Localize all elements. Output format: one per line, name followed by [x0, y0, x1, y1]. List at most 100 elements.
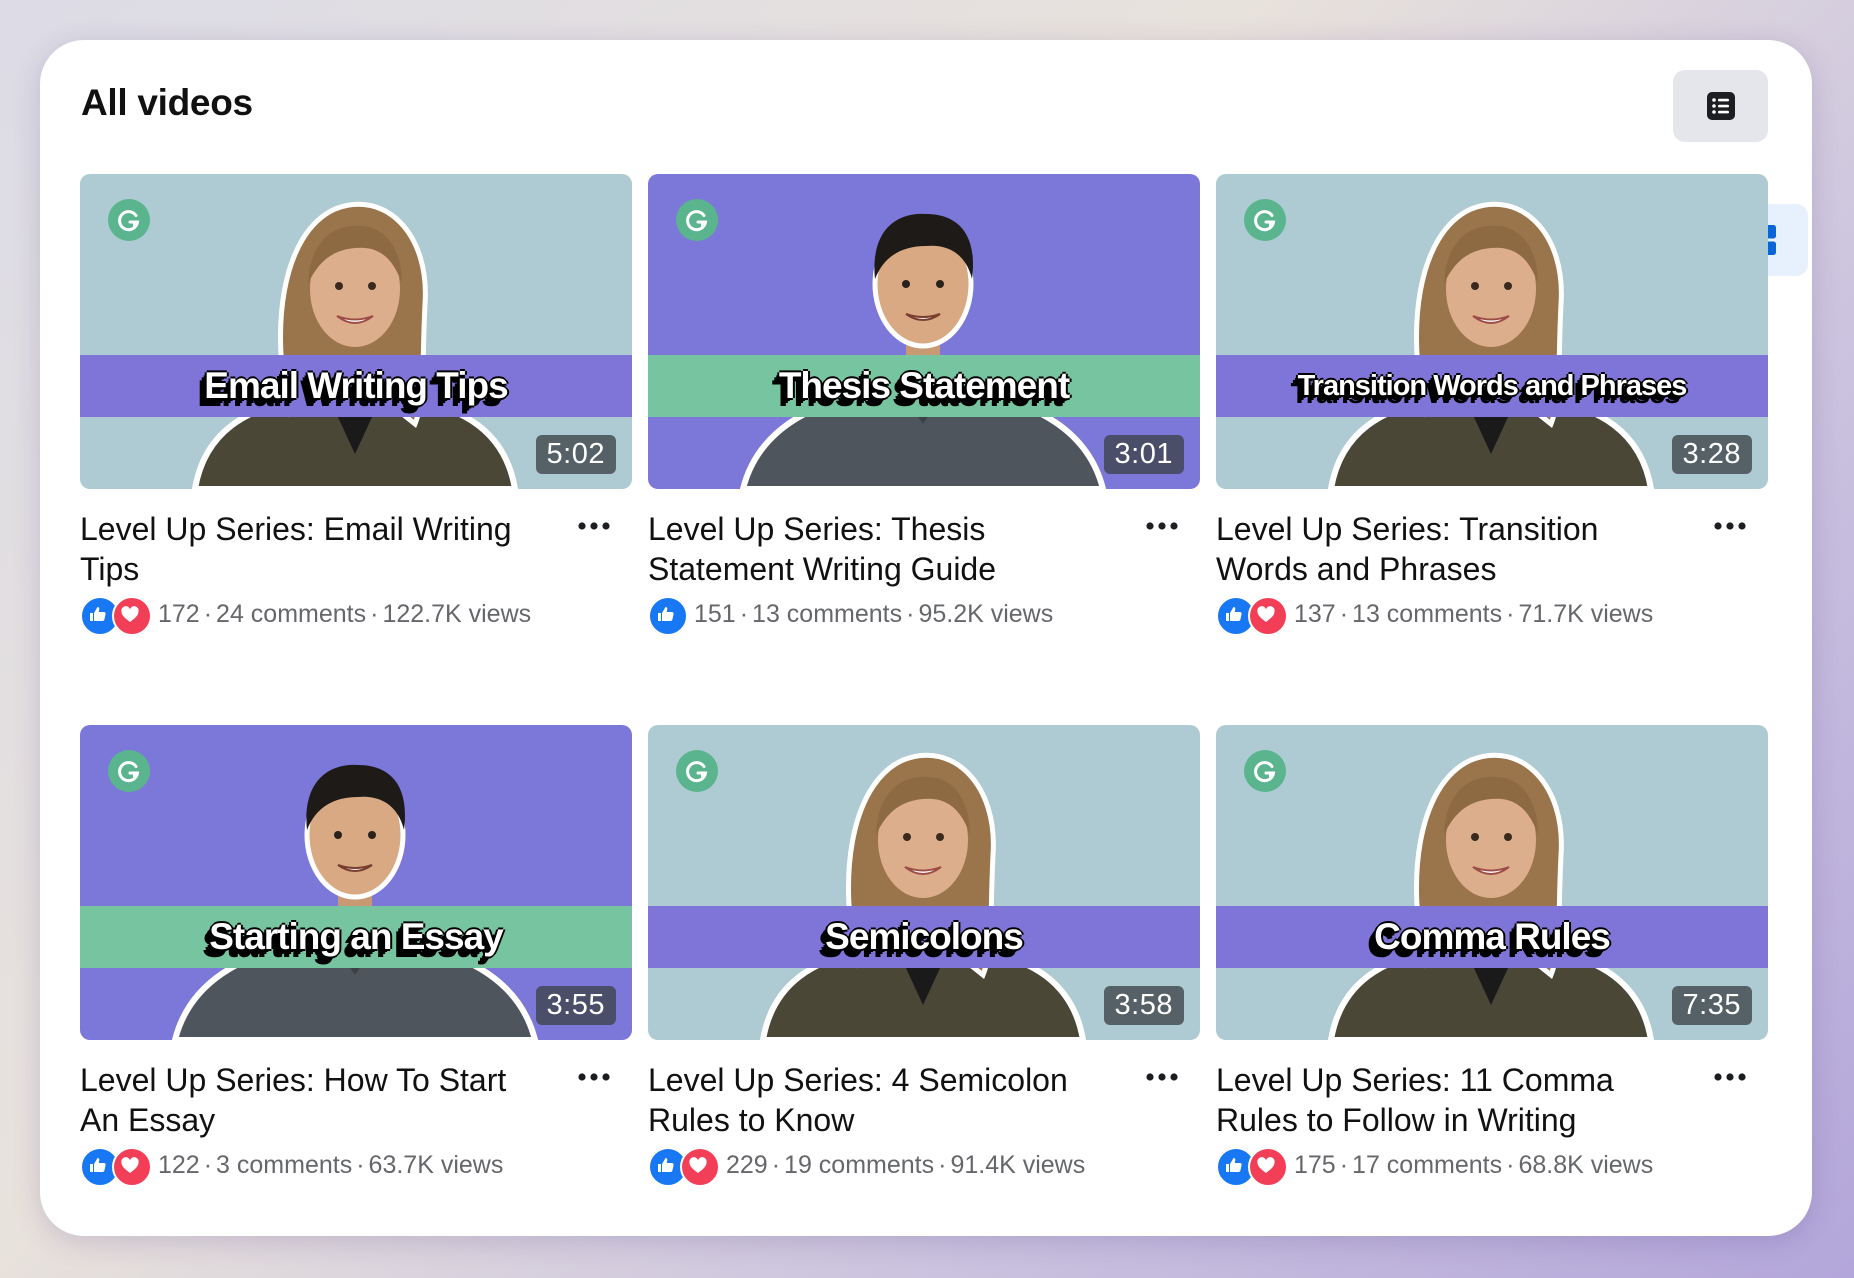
video-title[interactable]: Level Up Series: Transition Words and Ph…	[1216, 509, 1686, 589]
reaction-count[interactable]: 175	[1294, 1151, 1336, 1179]
more-options-button[interactable]	[574, 511, 614, 541]
views-count: 63.7K views	[368, 1151, 504, 1179]
grammarly-logo-icon	[108, 199, 150, 241]
thumbnail-caption: Thesis Statement	[778, 365, 1070, 406]
comments-count[interactable]: 13 comments	[752, 600, 902, 628]
reaction-icons[interactable]	[80, 1146, 152, 1187]
love-reaction-icon	[680, 1146, 720, 1187]
views-count: 68.8K views	[1518, 1151, 1654, 1179]
video-duration: 3:55	[535, 986, 616, 1025]
grammarly-logo-icon	[676, 199, 718, 241]
reaction-count[interactable]: 122	[158, 1151, 200, 1179]
comments-count[interactable]: 19 comments	[784, 1151, 934, 1179]
more-options-button[interactable]	[1142, 1062, 1182, 1092]
views-count: 71.7K views	[1518, 600, 1654, 628]
video-duration: 3:28	[1671, 435, 1752, 474]
more-options-button[interactable]	[1710, 511, 1750, 541]
more-options-button[interactable]	[1142, 511, 1182, 541]
video-duration: 5:02	[535, 435, 616, 474]
video-stats: 137 · 13 comments · 71.7K views	[1216, 595, 1716, 636]
page-title: All videos	[81, 82, 253, 123]
thumbnail-caption: Transition Words and Phrases	[1297, 369, 1688, 402]
reaction-count[interactable]: 137	[1294, 600, 1336, 628]
more-options-button[interactable]	[1710, 1062, 1750, 1092]
video-thumbnail[interactable]: Thesis Statement 3:01	[648, 174, 1200, 489]
grammarly-logo-icon	[676, 750, 718, 792]
video-thumbnail[interactable]: Semicolons 3:58	[648, 725, 1200, 1040]
reaction-count[interactable]: 172	[158, 600, 200, 628]
separator: ·	[1339, 1151, 1349, 1179]
views-count: 122.7K views	[382, 600, 532, 628]
video-duration: 7:35	[1671, 986, 1752, 1025]
video-card[interactable]: Thesis Statement 3:01 Level Up Series: T…	[648, 174, 1200, 636]
love-reaction-icon	[1248, 595, 1288, 636]
video-title[interactable]: Level Up Series: 4 Semicolon Rules to Kn…	[648, 1060, 1118, 1140]
video-stats: 172 · 24 comments · 122.7K views	[80, 595, 580, 636]
video-meta: Level Up Series: Thesis Statement Writin…	[648, 509, 1200, 636]
video-duration: 3:01	[1103, 435, 1184, 474]
more-options-button[interactable]	[574, 1062, 614, 1092]
separator: ·	[906, 600, 915, 628]
video-meta: Level Up Series: Transition Words and Ph…	[1216, 509, 1768, 636]
video-stats: 122 · 3 comments · 63.7K views	[80, 1146, 580, 1187]
reaction-icons[interactable]	[1216, 1146, 1288, 1187]
videos-panel: All videos Email Writing Tips 5:02 Level…	[40, 40, 1812, 1236]
video-card[interactable]: Email Writing Tips 5:02 Level Up Series:…	[80, 174, 632, 636]
thumbnail-caption: Email Writing Tips	[204, 365, 508, 406]
video-card[interactable]: Starting an Essay 3:55 Level Up Series: …	[80, 725, 632, 1187]
video-stats: 175 · 17 comments · 68.8K views	[1216, 1146, 1716, 1187]
video-title[interactable]: Level Up Series: 11 Comma Rules to Follo…	[1216, 1060, 1686, 1140]
video-thumbnail[interactable]: Email Writing Tips 5:02	[80, 174, 632, 489]
separator: ·	[203, 1151, 213, 1179]
separator: ·	[739, 600, 749, 628]
like-reaction-icon	[648, 595, 688, 636]
video-title[interactable]: Level Up Series: How To Start An Essay	[80, 1060, 550, 1140]
list-icon	[1706, 92, 1735, 120]
reaction-count[interactable]: 151	[694, 600, 736, 628]
reaction-icons[interactable]	[80, 595, 152, 636]
video-card[interactable]: Semicolons 3:58 Level Up Series: 4 Semic…	[648, 725, 1200, 1187]
video-meta: Level Up Series: 4 Semicolon Rules to Kn…	[648, 1060, 1200, 1187]
separator: ·	[771, 1151, 781, 1179]
comments-count[interactable]: 17 comments	[1352, 1151, 1502, 1179]
grammarly-logo-icon	[1244, 750, 1286, 792]
video-title[interactable]: Level Up Series: Email Writing Tips	[80, 509, 550, 589]
more-icon	[578, 1073, 610, 1081]
reaction-icons[interactable]	[1216, 595, 1288, 636]
reaction-count[interactable]: 229	[726, 1151, 768, 1179]
separator: ·	[1506, 1151, 1515, 1179]
more-icon	[1146, 522, 1178, 530]
comments-count[interactable]: 3 comments	[216, 1151, 352, 1179]
separator: ·	[356, 1151, 365, 1179]
love-reaction-icon	[112, 595, 152, 636]
separator: ·	[370, 600, 379, 628]
grammarly-logo-icon	[1244, 199, 1286, 241]
video-stats: 151 · 13 comments · 95.2K views	[648, 595, 1148, 636]
views-count: 91.4K views	[950, 1151, 1086, 1179]
video-thumbnail[interactable]: Starting an Essay 3:55	[80, 725, 632, 1040]
thumbnail-caption: Semicolons	[825, 916, 1024, 957]
more-icon	[1146, 1073, 1178, 1081]
thumbnail-caption: Comma Rules	[1374, 916, 1611, 957]
reaction-icons[interactable]	[648, 595, 688, 636]
video-meta: Level Up Series: How To Start An Essay 1…	[80, 1060, 632, 1187]
reaction-icons[interactable]	[648, 1146, 720, 1187]
comments-count[interactable]: 24 comments	[216, 600, 366, 628]
video-meta: Level Up Series: 11 Comma Rules to Follo…	[1216, 1060, 1768, 1187]
video-card[interactable]: Transition Words and Phrases 3:28 Level …	[1216, 174, 1768, 636]
more-icon	[1714, 1073, 1746, 1081]
video-card[interactable]: Comma Rules 7:35 Level Up Series: 11 Com…	[1216, 725, 1768, 1187]
separator: ·	[938, 1151, 947, 1179]
love-reaction-icon	[1248, 1146, 1288, 1187]
video-thumbnail[interactable]: Transition Words and Phrases 3:28	[1216, 174, 1768, 489]
love-reaction-icon	[112, 1146, 152, 1187]
comments-count[interactable]: 13 comments	[1352, 600, 1502, 628]
more-icon	[578, 522, 610, 530]
video-title[interactable]: Level Up Series: Thesis Statement Writin…	[648, 509, 1118, 589]
video-thumbnail[interactable]: Comma Rules 7:35	[1216, 725, 1768, 1040]
list-view-button[interactable]	[1673, 70, 1768, 142]
video-duration: 3:58	[1103, 986, 1184, 1025]
thumbnail-caption: Starting an Essay	[209, 916, 504, 957]
separator: ·	[1339, 600, 1349, 628]
view-toggle	[1673, 70, 1808, 276]
